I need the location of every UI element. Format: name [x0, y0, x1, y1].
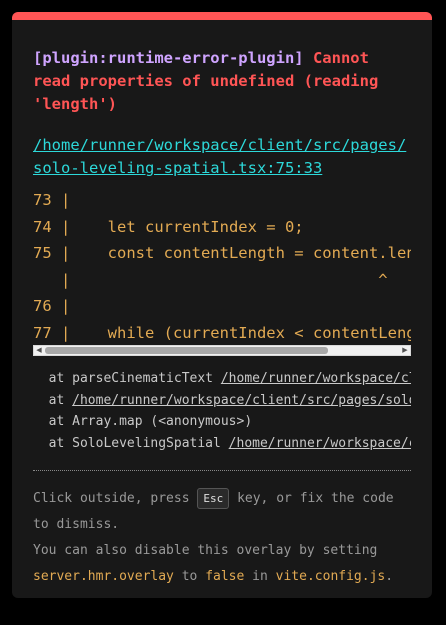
- dismiss-tip: Click outside, press Esc key, or fix the…: [33, 486, 413, 590]
- tip-line-2: You can also disable this overlay by set…: [33, 543, 394, 584]
- scroll-left-arrow-icon[interactable]: ◀: [34, 346, 44, 355]
- stack-frame-link[interactable]: /home/runner/workspace/client/src/pages/…: [229, 436, 411, 451]
- code-line: 77 | while (currentIndex < contentLength…: [33, 323, 411, 342]
- stack-frame-link[interactable]: /home/runner/workspace/client/src/pages/…: [72, 393, 411, 408]
- plugin-name: [plugin:runtime-error-plugin]: [33, 49, 304, 67]
- tip-line-1: Click outside, press Esc key, or fix the…: [33, 486, 413, 538]
- stack-frame: at SoloLevelingSpatial /home/runner/work…: [33, 433, 411, 455]
- false-value: false: [205, 569, 245, 584]
- code-frame[interactable]: 73 | 74 | let currentIndex = 0; 75 | con…: [33, 187, 411, 345]
- stack-frame: at Array.map (<anonymous>): [33, 414, 253, 429]
- error-pointer-line: | ^: [33, 270, 388, 289]
- stack-trace: at parseCinematicText /home/runner/works…: [33, 368, 411, 458]
- code-frame-text: 73 | 74 | let currentIndex = 0; 75 | con…: [33, 187, 411, 345]
- stack-frame-link[interactable]: /home/runner/workspace/client/src/pages/…: [221, 371, 411, 386]
- esc-key: Esc: [197, 488, 230, 509]
- hmr-overlay-setting: server.hmr.overlay: [33, 569, 174, 584]
- code-line: 74 | let currentIndex = 0;: [33, 217, 304, 236]
- stack-frame: at parseCinematicText /home/runner/works…: [33, 368, 411, 390]
- scrollbar-thumb[interactable]: [45, 347, 328, 354]
- error-file-link[interactable]: /home/runner/workspace/client/src/pages/…: [33, 134, 413, 180]
- error-overlay: [plugin:runtime-error-plugin] Cannot rea…: [12, 12, 432, 598]
- code-line: 76 |: [33, 297, 71, 315]
- stack-frame: at /home/runner/workspace/client/src/pag…: [33, 390, 411, 412]
- code-frame-horizontal-scrollbar[interactable]: ◀ ▶: [33, 345, 411, 356]
- config-filename: vite.config.js: [275, 569, 386, 584]
- error-message: [plugin:runtime-error-plugin] Cannot rea…: [33, 47, 413, 116]
- divider: [33, 470, 411, 471]
- code-line: 73 |: [33, 191, 71, 209]
- code-line: 75 | const contentLength = content.lengt…: [33, 244, 411, 262]
- scroll-right-arrow-icon[interactable]: ▶: [400, 346, 410, 355]
